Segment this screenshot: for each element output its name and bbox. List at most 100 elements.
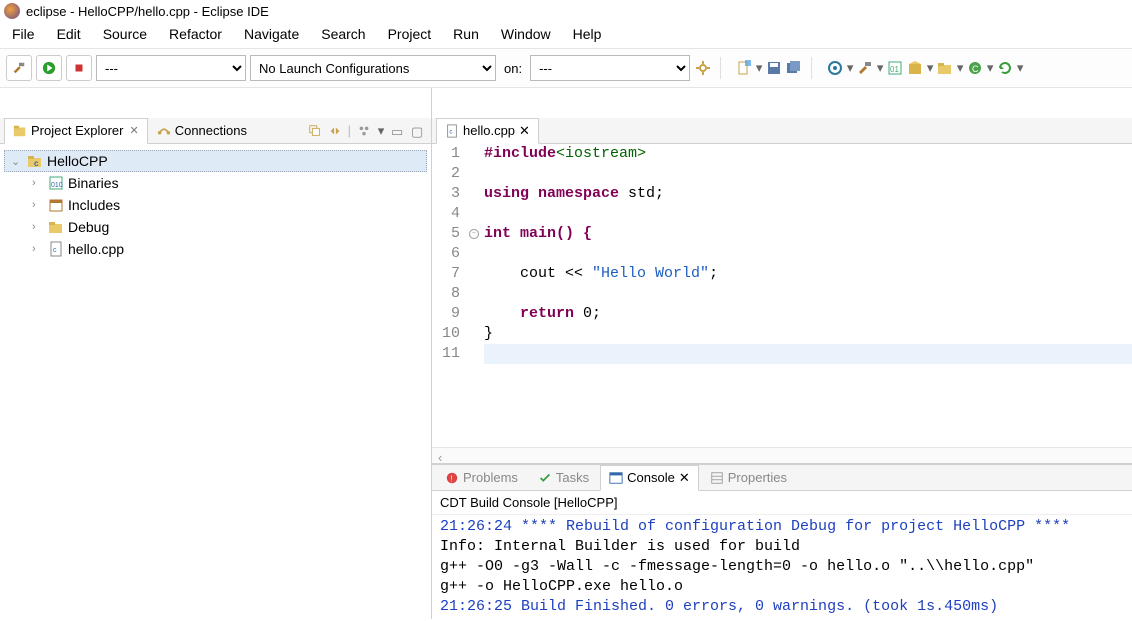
chevron-down-icon[interactable]: ▾ [986,60,994,76]
collapse-all-icon[interactable] [308,124,322,138]
binary-icon[interactable]: 01 [886,59,904,77]
bottom-pane: ! Problems Tasks Console ✕ Properties CD… [432,463,1132,619]
line-number: 6 [432,244,460,264]
hammer-icon [12,61,26,75]
tab-tasks[interactable]: Tasks [529,465,598,491]
svg-text:c: c [53,247,57,254]
menu-navigate[interactable]: Navigate [240,24,303,44]
class-icon[interactable]: C [966,59,984,77]
line-number: 5 [432,224,460,244]
config-selector[interactable]: --- [96,55,246,81]
menu-file[interactable]: File [8,24,39,44]
tab-project-explorer[interactable]: Project Explorer ✕ [4,118,148,144]
menu-source[interactable]: Source [99,24,151,44]
tree-project-hellocpp[interactable]: ⌄ c HelloCPP [4,150,427,172]
console-output[interactable]: 21:26:24 **** Rebuild of configuration D… [432,515,1132,619]
stop-button[interactable] [66,55,92,81]
close-icon[interactable]: ✕ [679,470,690,486]
launch-config-selector[interactable]: No Launch Configurations [250,55,496,81]
tab-connections[interactable]: Connections [148,118,256,144]
gear-icon[interactable] [694,59,712,77]
svg-text:c: c [34,159,39,168]
project-tree: ⌄ c HelloCPP › 010 Binaries › Includes ›… [0,144,431,266]
tree-label: hello.cpp [68,241,124,257]
tab-console[interactable]: Console ✕ [600,465,699,491]
chevron-down-icon[interactable]: ▾ [1016,60,1024,76]
chevron-down-icon[interactable]: ▾ [755,60,763,76]
chevron-down-icon[interactable]: ▾ [876,60,884,76]
line-number: 8 [432,284,460,304]
chevron-right-icon[interactable]: › [32,199,44,211]
toolbar-group-file: ▾ [735,59,803,77]
code-token: } [484,325,493,342]
new-icon[interactable] [735,59,753,77]
tree-item-includes[interactable]: › Includes [4,194,427,216]
chevron-right-icon[interactable]: › [32,177,44,189]
tab-problems[interactable]: ! Problems [436,465,527,491]
menubar: File Edit Source Refactor Navigate Searc… [0,22,1132,48]
toolbar-group-build: ▾ ▾ 01 ▾ ▾ C ▾ ▾ [826,59,1024,77]
line-number: 4 [432,204,460,224]
build-button[interactable] [6,55,32,81]
save-icon[interactable] [765,59,783,77]
window-title: eclipse - HelloCPP/hello.cpp - Eclipse I… [26,4,269,19]
menu-project[interactable]: Project [384,24,436,44]
menu-edit[interactable]: Edit [53,24,85,44]
chevron-down-icon[interactable]: ▾ [956,60,964,76]
code-area[interactable]: #include<iostream> using namespace std; … [480,144,1132,447]
menu-help[interactable]: Help [569,24,606,44]
line-number: 10 [432,324,460,344]
hammer-icon[interactable] [856,59,874,77]
editor-tab-hello-cpp[interactable]: c hello.cpp ✕ [436,118,539,144]
target-selector[interactable]: --- [530,55,690,81]
tree-label: Binaries [68,175,119,191]
svg-text:!: ! [450,474,452,483]
console-line: g++ -o HelloCPP.exe hello.o [440,577,1124,597]
tab-label: Problems [463,470,518,485]
tab-properties[interactable]: Properties [701,465,796,491]
maximize-icon[interactable]: ▢ [411,124,425,138]
tree-item-debug[interactable]: › Debug [4,216,427,238]
tree-label: HelloCPP [47,153,108,169]
chevron-down-icon[interactable]: ▾ [846,60,854,76]
fold-toggle-icon[interactable]: – [469,229,479,239]
chevron-right-icon[interactable]: › [32,221,44,233]
eclipse-logo-icon [4,3,20,19]
close-icon[interactable]: ✕ [519,123,530,139]
code-token: return [520,305,574,322]
run-button[interactable] [36,55,62,81]
link-editor-icon[interactable] [328,124,342,138]
cpp-file-icon: c [48,241,64,257]
code-editor[interactable]: 1 2 3 4 5 6 7 8 9 10 11 – #include<iostr… [432,144,1132,447]
tab-label: Properties [728,470,787,485]
menu-window[interactable]: Window [497,24,555,44]
code-token: ; [709,265,718,282]
filter-icon[interactable] [357,124,371,138]
close-icon[interactable]: ✕ [129,124,138,137]
menu-run[interactable]: Run [449,24,483,44]
tree-label: Includes [68,197,120,213]
folder-link-icon[interactable] [936,59,954,77]
minimize-icon[interactable]: ▭ [391,124,405,138]
editor-hscroll[interactable]: ‹ [432,447,1132,463]
folder-icon [48,219,64,235]
refresh-icon[interactable] [996,59,1014,77]
chevron-down-icon[interactable]: ▾ [377,123,385,139]
chevron-down-icon[interactable]: ⌄ [11,155,23,168]
chevron-right-icon[interactable]: › [32,243,44,255]
package-icon[interactable] [906,59,924,77]
save-all-icon[interactable] [785,59,803,77]
tree-item-binaries[interactable]: › 010 Binaries [4,172,427,194]
chevron-down-icon[interactable]: ▾ [926,60,934,76]
tab-label: Connections [175,123,247,138]
build-target-icon[interactable] [826,59,844,77]
includes-icon [48,197,64,213]
menu-refactor[interactable]: Refactor [165,24,226,44]
console-line: g++ -O0 -g3 -Wall -c -fmessage-length=0 … [440,557,1124,577]
tree-item-hello-cpp[interactable]: › c hello.cpp [4,238,427,260]
menu-search[interactable]: Search [317,24,369,44]
stop-icon [72,61,86,75]
on-label: on: [504,61,522,76]
scroll-left-icon[interactable]: ‹ [438,450,448,462]
tab-label: Console [627,470,675,485]
